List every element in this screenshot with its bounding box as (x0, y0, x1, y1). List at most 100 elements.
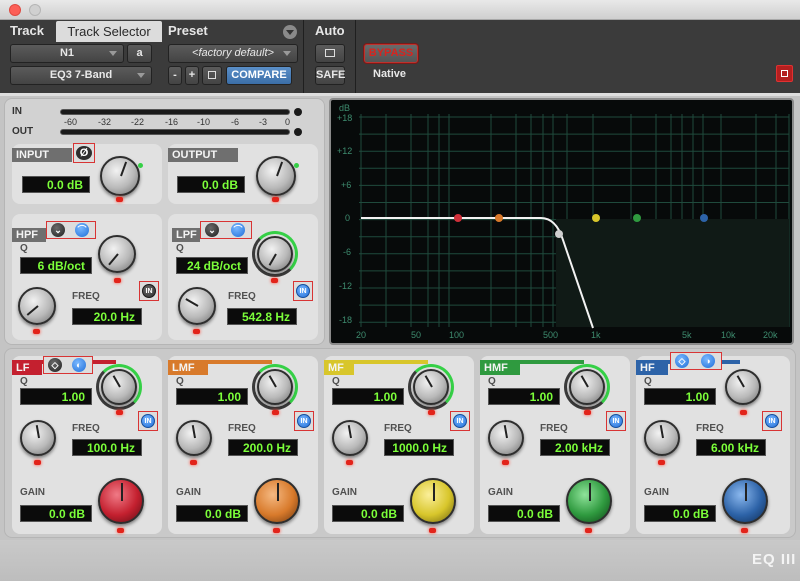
hmf-freq-display[interactable]: 2.00 kHz (540, 439, 610, 456)
lmf-band-node[interactable] (495, 214, 503, 222)
phase-invert-button[interactable]: Ø (73, 143, 95, 163)
lf-freq-display[interactable]: 100.0 Hz (72, 439, 142, 456)
next-preset-button[interactable]: + (185, 66, 199, 85)
eq-curve-graph[interactable]: dB +18 +12 +6 0 -6 -12 -18 20 50 100 500… (329, 98, 794, 345)
hf-shape-selector[interactable]: ◇ ◑ (670, 352, 722, 370)
lmf-freq-display[interactable]: 200.0 Hz (228, 439, 298, 456)
output-title: OUTPUT (168, 148, 238, 162)
track-selector-tab[interactable]: Track Selector (56, 21, 162, 42)
hpf-shape-selector[interactable]: ⌄ ⌒ (46, 221, 96, 239)
lf-gain-display[interactable]: 0.0 dB (20, 505, 92, 522)
safe-button[interactable]: SAFE (315, 66, 345, 85)
mf-freq-display[interactable]: 1000.0 Hz (384, 439, 454, 456)
lmf-gain-knob[interactable] (254, 478, 300, 524)
automation-button[interactable] (315, 44, 345, 63)
hf-q-knob[interactable] (725, 369, 761, 405)
lpf-node[interactable] (555, 230, 563, 238)
track-name-dropdown[interactable]: N1 (10, 44, 124, 63)
meter-scale-label: -16 (165, 117, 179, 127)
lf-in-indicator: IN (141, 414, 155, 428)
hpf-slope-led (114, 278, 121, 283)
track-label: Track (10, 23, 44, 38)
mf-freq-knob[interactable] (332, 420, 368, 456)
plugin-insert-dropdown[interactable]: EQ3 7-Band (10, 66, 152, 85)
lf-gain-knob[interactable] (98, 478, 144, 524)
highpass-filter-icon[interactable]: ⌒ (75, 223, 89, 237)
auto-label: Auto (315, 23, 345, 38)
hmf-gain-led (585, 528, 592, 533)
hf-band-node[interactable] (700, 214, 708, 222)
bell-filter-icon[interactable]: ◇ (675, 354, 689, 368)
shelf-filter-icon[interactable]: ◇ (48, 358, 62, 372)
hpf-freq-knob[interactable] (18, 287, 56, 325)
highshelf-filter-icon[interactable]: ◑ (701, 354, 715, 368)
output-gain-display[interactable]: 0.0 dB (177, 176, 245, 193)
phase-invert-icon: Ø (76, 146, 92, 160)
input-clip-indicator[interactable] (294, 108, 302, 116)
hmf-band-node[interactable] (633, 214, 641, 222)
lmf-gain-display[interactable]: 0.0 dB (176, 505, 248, 522)
lpf-shape-selector[interactable]: ⌄ ⌒ (200, 221, 252, 239)
lf-q-display[interactable]: 1.00 (20, 388, 92, 405)
lmf-q-display[interactable]: 1.00 (176, 388, 248, 405)
hf-gain-knob[interactable] (722, 478, 768, 524)
hmf-q-led (584, 410, 591, 415)
window-close-button[interactable] (9, 4, 21, 16)
mf-gain-display[interactable]: 0.0 dB (332, 505, 404, 522)
lmf-q-knob[interactable] (257, 369, 293, 405)
mf-gain-knob[interactable] (410, 478, 456, 524)
hmf-gain-knob[interactable] (566, 478, 612, 524)
hf-gain-display[interactable]: 0.0 dB (644, 505, 716, 522)
lmf-freq-knob[interactable] (176, 420, 212, 456)
mf-in-button[interactable]: IN (450, 411, 470, 431)
lf-freq-knob[interactable] (20, 420, 56, 456)
previous-preset-button[interactable]: - (168, 66, 182, 85)
output-clip-indicator[interactable] (294, 128, 302, 136)
preset-menu-button[interactable] (283, 25, 297, 39)
hmf-in-button[interactable]: IN (606, 411, 626, 431)
lpf-freq-knob[interactable] (178, 287, 216, 325)
notch-filter-icon[interactable]: ⌄ (205, 223, 219, 237)
hf-q-display[interactable]: 1.00 (644, 388, 716, 405)
hf-in-button[interactable]: IN (762, 411, 782, 431)
hmf-freq-label: FREQ (540, 423, 568, 434)
lowpass-filter-icon[interactable]: ⌒ (231, 223, 245, 237)
lpf-slope-knob[interactable] (257, 236, 293, 272)
lf-band-node[interactable] (454, 214, 462, 222)
lpf-freq-display[interactable]: 542.8 Hz (227, 308, 297, 325)
hpf-in-button[interactable]: IN (139, 281, 159, 301)
notch-filter-icon[interactable]: ⌄ (51, 223, 65, 237)
input-gain-knob[interactable] (100, 156, 140, 196)
track-channel-dropdown[interactable]: a (127, 44, 152, 63)
hpf-slope-knob[interactable] (98, 235, 136, 273)
plugin-window-close-button[interactable] (776, 65, 793, 82)
bypass-button[interactable]: BYPASS (364, 44, 418, 63)
hpf-slope-display[interactable]: 6 dB/oct (20, 257, 92, 274)
chevron-down-icon (109, 51, 117, 56)
output-gain-knob[interactable] (256, 156, 296, 196)
lmf-in-button[interactable]: IN (294, 411, 314, 431)
lowshelf-filter-icon[interactable]: ◐ (72, 358, 86, 372)
hmf-gain-display[interactable]: 0.0 dB (488, 505, 560, 522)
lpf-slope-display[interactable]: 24 dB/oct (176, 257, 248, 274)
lpf-in-button[interactable]: IN (293, 281, 313, 301)
hmf-q-display[interactable]: 1.00 (488, 388, 560, 405)
lf-q-knob[interactable] (101, 369, 137, 405)
preset-dropdown[interactable]: <factory default> (168, 44, 298, 63)
window-minimize-button[interactable] (29, 4, 41, 16)
mf-q-knob[interactable] (413, 369, 449, 405)
hpf-freq-display[interactable]: 20.0 Hz (72, 308, 142, 325)
copy-settings-button[interactable] (202, 66, 222, 85)
mf-freq-led (346, 460, 353, 465)
hf-freq-knob[interactable] (644, 420, 680, 456)
compare-button[interactable]: COMPARE (226, 66, 292, 85)
mf-q-display[interactable]: 1.00 (332, 388, 404, 405)
lf-shape-selector[interactable]: ◇ ◐ (43, 356, 93, 374)
hmf-q-knob[interactable] (569, 369, 605, 405)
input-gain-display[interactable]: 0.0 dB (22, 176, 90, 193)
lf-in-button[interactable]: IN (138, 411, 158, 431)
hmf-freq-knob[interactable] (488, 420, 524, 456)
mf-band-node[interactable] (592, 214, 600, 222)
hf-freq-display[interactable]: 6.00 kHz (696, 439, 766, 456)
lf-title: LF (12, 361, 42, 375)
